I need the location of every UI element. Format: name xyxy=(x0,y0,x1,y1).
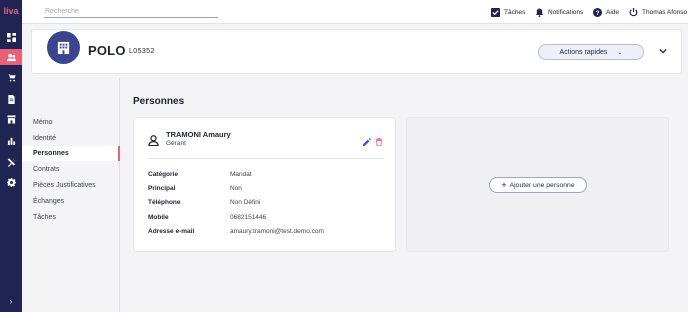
user-name: Thomas Afonso xyxy=(642,8,688,16)
nav-item-personnes[interactable]: Personnes xyxy=(22,146,120,161)
chevron-down-icon xyxy=(659,48,667,54)
add-person-label: Ajouter une personne xyxy=(509,181,575,189)
help-icon: ? xyxy=(593,7,602,17)
tools-icon[interactable] xyxy=(0,154,22,170)
nav-item-memo[interactable]: Mémo xyxy=(22,115,120,130)
collapse-header-button[interactable] xyxy=(657,44,669,58)
nav-item-identite[interactable]: Identité xyxy=(22,131,120,146)
quick-actions-dropdown[interactable]: Actions rapides ⌄ xyxy=(538,44,644,60)
power-icon xyxy=(629,7,638,16)
help-link[interactable]: ? Aide xyxy=(593,6,619,18)
top-bar: Tâches Notifications ? Aide Thomas Afons… xyxy=(22,0,688,24)
field-label: Adresse e-mail xyxy=(148,228,195,235)
building-icon xyxy=(47,31,80,64)
entity-code: L05352 xyxy=(129,48,155,55)
add-person-button[interactable]: + Ajouter une personne xyxy=(489,177,587,193)
store-icon[interactable] xyxy=(0,111,22,127)
dashboard-icon[interactable] xyxy=(0,29,22,45)
nav-item-echanges[interactable]: Échanges xyxy=(22,194,120,209)
field-label: Téléphone xyxy=(148,199,181,206)
bell-icon xyxy=(535,7,544,17)
field-value: Mandat xyxy=(230,171,252,178)
search-input[interactable] xyxy=(44,5,218,18)
expand-rail-button[interactable]: › xyxy=(0,296,22,308)
tasks-link[interactable]: Tâches xyxy=(491,6,525,18)
help-label: Aide xyxy=(606,8,620,16)
person-icon xyxy=(148,133,159,147)
field-label: Mobile xyxy=(148,214,169,221)
field-value: amaury.tramoni@test.demo.com xyxy=(230,228,324,235)
cart-icon[interactable] xyxy=(0,69,22,85)
entity-name: POLO xyxy=(88,43,126,58)
field-value: Non xyxy=(230,185,242,192)
entity-header: POLO L05352 Actions rapides ⌄ xyxy=(31,29,682,74)
chart-icon[interactable] xyxy=(0,132,22,148)
trash-icon[interactable] xyxy=(375,133,383,147)
icon-rail: liva › xyxy=(0,0,22,312)
field-value: Non Défini xyxy=(230,199,261,206)
nav-item-taches[interactable]: Tâches xyxy=(22,210,120,225)
person-card: TRAMONI Amaury Gérant Catégorie Mandat P… xyxy=(133,117,396,252)
document-icon[interactable] xyxy=(0,91,22,107)
svg-text:?: ? xyxy=(596,9,600,16)
chevron-down-icon: ⌄ xyxy=(617,49,623,56)
section-nav: Mémo Identité Personnes Contrats Pièces … xyxy=(22,78,120,312)
user-menu[interactable]: Thomas Afonso xyxy=(629,6,687,18)
page-title: Personnes xyxy=(133,96,185,107)
notifications-link[interactable]: Notifications xyxy=(535,6,583,18)
field-label: Catégorie xyxy=(148,171,178,178)
add-person-card: + Ajouter une personne xyxy=(406,117,669,252)
tasks-label: Tâches xyxy=(504,8,526,16)
field-value: 0682151446 xyxy=(230,214,267,221)
nav-item-contrats[interactable]: Contrats xyxy=(22,162,120,177)
people-icon[interactable] xyxy=(0,49,22,65)
nav-item-pieces-justificatives[interactable]: Pièces Justificatives xyxy=(22,178,120,193)
quick-actions-label: Actions rapides xyxy=(559,48,608,56)
plus-icon: + xyxy=(501,179,507,190)
app-logo[interactable]: liva xyxy=(2,4,20,18)
notifications-label: Notifications xyxy=(548,8,584,16)
settings-icon[interactable] xyxy=(0,174,22,190)
divider xyxy=(148,158,383,159)
person-name: TRAMONI Amaury xyxy=(166,130,231,139)
person-role: Gérant xyxy=(166,140,186,147)
field-label: Principal xyxy=(148,185,176,192)
edit-icon[interactable] xyxy=(363,133,371,146)
checkbox-icon xyxy=(491,7,500,17)
